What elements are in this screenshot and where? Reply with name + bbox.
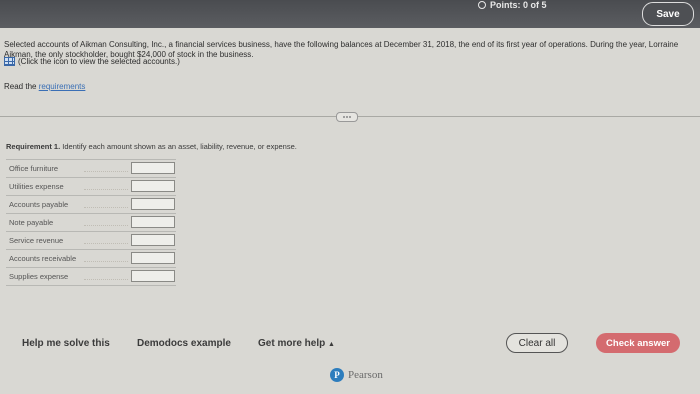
requirement-label: Requirement 1.	[6, 142, 61, 151]
save-button[interactable]: Save	[642, 2, 694, 26]
footer-toolbar: Help me solve this Demodocs example Get …	[0, 322, 700, 364]
pearson-p-icon: P	[330, 368, 344, 382]
list-item: Utilities expense	[6, 177, 176, 195]
classification-select[interactable]	[131, 180, 175, 192]
drag-handle[interactable]	[336, 112, 358, 122]
classification-select[interactable]	[131, 234, 175, 246]
list-item: Note payable	[6, 213, 176, 231]
account-name: Accounts receivable	[9, 254, 77, 263]
points-label: Points: 0 of 5	[490, 0, 547, 10]
demodocs-button[interactable]: Demodocs example	[137, 338, 231, 349]
get-more-help-label: Get more help	[258, 338, 326, 349]
requirement-instructions: Requirement 1. Identify each amount show…	[6, 142, 297, 151]
read-prefix: Read the	[4, 82, 37, 91]
read-requirements: Read the requirements	[4, 82, 85, 91]
list-item: Accounts payable	[6, 195, 176, 213]
account-name: Service revenue	[9, 236, 64, 245]
table-icon[interactable]	[4, 57, 15, 66]
classification-select[interactable]	[131, 252, 175, 264]
note-text: (Click the icon to view the selected acc…	[18, 57, 180, 66]
list-item: Accounts receivable	[6, 249, 176, 267]
help-me-solve-button[interactable]: Help me solve this	[22, 338, 110, 349]
points-circle-icon	[478, 1, 486, 9]
classification-select[interactable]	[131, 198, 175, 210]
account-name: Utilities expense	[9, 182, 64, 191]
account-name: Office furniture	[9, 164, 59, 173]
account-name: Note payable	[9, 218, 54, 227]
check-answer-button[interactable]: Check answer	[596, 333, 680, 353]
account-name: Accounts payable	[9, 200, 69, 209]
list-item: Office furniture	[6, 159, 176, 177]
points-indicator: Points: 0 of 5	[478, 0, 547, 10]
list-item: Service revenue	[6, 231, 176, 249]
classification-select[interactable]	[131, 162, 175, 174]
classification-select[interactable]	[131, 216, 175, 228]
account-list: Office furniture Utilities expense Accou…	[6, 159, 176, 286]
caret-up-icon: ▲	[328, 341, 335, 348]
pearson-logo: P Pearson	[330, 368, 383, 382]
requirements-link[interactable]: requirements	[39, 82, 86, 91]
top-bar: Points: 0 of 5 Save	[0, 0, 700, 28]
brand-name: Pearson	[348, 369, 383, 381]
classification-select[interactable]	[131, 270, 175, 282]
accounts-note: (Click the icon to view the selected acc…	[4, 57, 180, 66]
requirement-text: Identify each amount shown as an asset, …	[62, 142, 297, 151]
list-item: Supplies expense	[6, 267, 176, 286]
clear-all-button[interactable]: Clear all	[506, 333, 568, 353]
account-name: Supplies expense	[9, 272, 69, 281]
get-more-help-button[interactable]: Get more help ▲	[258, 338, 335, 349]
